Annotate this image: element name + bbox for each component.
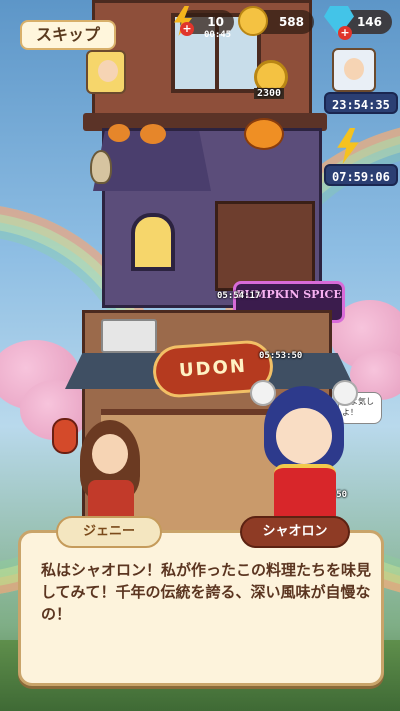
coin-icon <box>238 6 268 36</box>
halloween-timer: 05:54:17 <box>217 291 261 301</box>
jenny-character[interactable] <box>74 418 154 528</box>
energy-timer: 00:45 <box>204 30 232 40</box>
avatar-face <box>344 58 364 80</box>
pumpkin-icon <box>108 124 130 142</box>
pumpkin-icon <box>140 124 166 144</box>
chef-avatar-left[interactable] <box>86 50 126 94</box>
coin-value: 588 <box>278 15 304 29</box>
air-conditioner <box>101 319 157 353</box>
halloween-floor[interactable]: PUMPKIN SPICE 05:54:17 <box>93 128 345 323</box>
dialog-text: 私はシャオロン！私が作ったこの料理たちを味見してみて！千年の伝統を誇る、深い風味… <box>41 561 372 623</box>
xiaolong-face <box>276 408 332 464</box>
gem-value: 146 <box>356 15 382 29</box>
owl-icon <box>90 150 112 184</box>
speaker-name-xiaolong: シャオロン <box>240 516 350 548</box>
add-gem-button[interactable]: + <box>338 26 352 40</box>
right-timer-1: 23:54:35 <box>324 92 398 114</box>
coin-reward-amount: 2300 <box>254 88 285 99</box>
halloween-window <box>131 213 175 271</box>
jack-o-lantern-icon <box>244 118 284 150</box>
skip-button[interactable]: スキップ <box>20 20 116 50</box>
avatar-face <box>98 60 118 82</box>
udon-timer: 05:53:50 <box>259 351 303 361</box>
hair-bun-right <box>332 380 358 406</box>
chef-avatar-right[interactable] <box>332 48 376 92</box>
jenny-face <box>92 434 128 474</box>
xiaolong-character[interactable] <box>250 380 360 530</box>
add-energy-button[interactable]: + <box>180 22 194 36</box>
energy-value: 10 <box>207 15 224 29</box>
dialog-box[interactable]: 私はシャオロン！私が作ったこの料理たちを味見してみて！千年の伝統を誇る、深い風味… <box>18 530 384 686</box>
potion-shelf <box>215 201 315 291</box>
hair-bun-left <box>250 380 276 406</box>
game-scene: PUMPKIN SPICE 05:54:17 UDON 05:53:50 230… <box>0 0 400 711</box>
speaker-name-jenny: ジェニー <box>56 516 162 548</box>
right-timer-2: 07:59:06 <box>324 164 398 186</box>
